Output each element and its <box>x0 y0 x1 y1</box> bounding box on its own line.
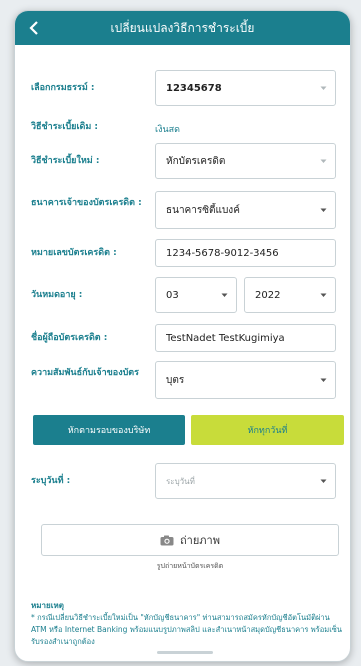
new-method-row: วิธีชำระเบี้ยใหม่ : หักบัตรเครดิต <box>15 143 350 179</box>
card-name-label: ชื่อผู้ถือบัตรเครดิต : <box>31 333 108 343</box>
chevron-down-icon <box>311 159 335 164</box>
date-placeholder: ระบุวันที่ <box>166 476 195 486</box>
relationship-value: บุตร <box>166 374 185 386</box>
card-name-value: TestNadet TestKugimiya <box>166 332 285 344</box>
date-label: ระบุวันที่ : <box>31 476 71 486</box>
expiry-year-value: 2022 <box>255 289 281 301</box>
card-number-label: หมายเลขบัตรเครดิต : <box>31 248 117 258</box>
policy-label: เลือกกรมธรรม์ : <box>31 83 95 93</box>
new-method-select[interactable]: หักบัตรเครดิต <box>155 143 336 179</box>
expiry-month-select[interactable]: 03 <box>155 277 237 313</box>
current-method-label: วิธีชำระเบี้ยเดิม : <box>31 122 99 132</box>
expiry-row: วันหมดอายุ : 03 2022 <box>15 277 350 313</box>
home-indicator <box>157 651 213 654</box>
card-name-input[interactable]: TestNadet TestKugimiya <box>155 324 336 352</box>
phone-frame: เปลี่ยนแปลงวิธีการชำระเบี้ย เลือกกรมธรรม… <box>14 10 351 662</box>
chevron-down-icon <box>311 293 335 298</box>
note-title: หมายเหตุ <box>31 601 64 610</box>
camera-icon <box>160 535 174 545</box>
company-cycle-button[interactable]: หักตามรอบของบริษัท <box>33 415 185 445</box>
card-number-row: หมายเลขบัตรเครดิต : 1234-5678-9012-3456 <box>15 239 350 267</box>
current-method-value: เงินสด <box>155 125 180 135</box>
card-name-row: ชื่อผู้ถือบัตรเครดิต : TestNadet TestKug… <box>15 324 350 352</box>
date-select[interactable]: ระบุวันที่ <box>155 463 336 499</box>
chevron-down-icon <box>311 208 335 213</box>
expiry-month-value: 03 <box>166 289 179 301</box>
chevron-down-icon <box>212 293 236 298</box>
chevron-down-icon <box>311 479 335 484</box>
chevron-down-icon <box>311 86 335 91</box>
page-title: เปลี่ยนแปลงวิธีการชำระเบี้ย <box>110 20 255 35</box>
policy-row: เลือกกรมธรรม์ : 12345678 <box>15 70 350 106</box>
issuing-bank-row: ธนาคารเจ้าของบัตรเครดิต : ธนาคารซิตี้แบง… <box>15 191 350 229</box>
new-method-value: หักบัตรเครดิต <box>166 155 226 167</box>
card-number-value: 1234-5678-9012-3456 <box>166 247 279 259</box>
photo-caption: รูปถ่ายหน้าบัตรเครดิต <box>156 562 224 570</box>
expiry-year-select[interactable]: 2022 <box>244 277 336 313</box>
payment-change-form: เลือกกรมธรรม์ : 12345678 วิธีชำระเบี้ยเด… <box>15 45 350 661</box>
relationship-select[interactable]: บุตร <box>155 361 336 399</box>
policy-select[interactable]: 12345678 <box>155 70 336 106</box>
relationship-label: ความสัมพันธ์กับเจ้าของบัตร <box>31 368 139 378</box>
current-method-row: วิธีชำระเบี้ยเดิม : เงินสด <box>15 119 350 135</box>
issuing-bank-label: ธนาคารเจ้าของบัตรเครดิต : <box>31 198 142 208</box>
note-text: * กรณีเปลี่ยนวิธีชำระเบี้ยใหม่เป็น "หักบ… <box>31 613 343 646</box>
expiry-label: วันหมดอายุ : <box>31 290 83 300</box>
chevron-down-icon <box>311 378 335 383</box>
take-photo-button[interactable]: ถ่ายภาพ <box>41 524 339 556</box>
deduct-date-button[interactable]: หักทุกวันที่ <box>191 415 344 445</box>
policy-value: 12345678 <box>166 82 222 94</box>
issuing-bank-value: ธนาคารซิตี้แบงค์ <box>166 204 240 216</box>
relationship-row: ความสัมพันธ์กับเจ้าของบัตร บุตร <box>15 361 350 399</box>
card-number-input[interactable]: 1234-5678-9012-3456 <box>155 239 336 267</box>
issuing-bank-select[interactable]: ธนาคารซิตี้แบงค์ <box>155 191 336 229</box>
app-header: เปลี่ยนแปลงวิธีการชำระเบี้ย <box>15 11 350 45</box>
take-photo-label: ถ่ายภาพ <box>180 534 220 547</box>
new-method-label: วิธีชำระเบี้ยใหม่ : <box>31 156 100 166</box>
date-row: ระบุวันที่ : ระบุวันที่ <box>15 463 350 499</box>
